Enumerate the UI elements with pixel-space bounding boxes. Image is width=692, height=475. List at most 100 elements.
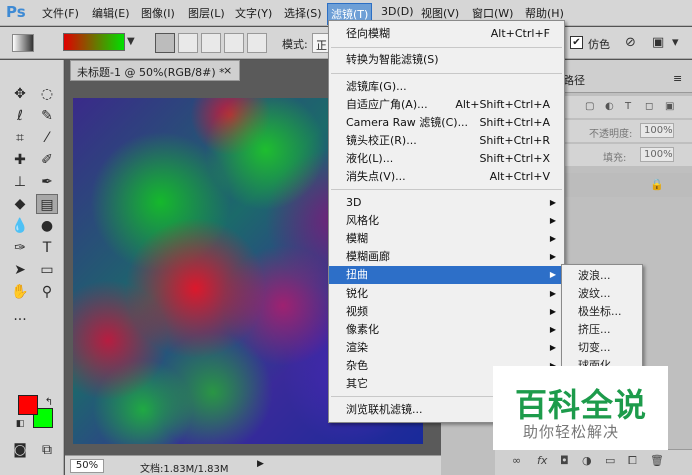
- menu-item-vanishing-point[interactable]: 消失点(V)... Alt+Ctrl+V: [329, 168, 564, 186]
- status-menu-arrow-icon[interactable]: ▶: [257, 459, 264, 469]
- submenu-item-polar-coordinates[interactable]: 极坐标...: [562, 303, 642, 321]
- tool-preset-picker[interactable]: [12, 34, 34, 52]
- tab-paths[interactable]: 路径: [563, 72, 585, 88]
- history-brush-tool-icon[interactable]: ✒: [36, 172, 58, 192]
- menu-item-lens-correction[interactable]: 镜头校正(R)... Shift+Ctrl+R: [329, 132, 564, 150]
- submenu-item-shear[interactable]: 切变...: [562, 339, 642, 357]
- transparency-icon[interactable]: ⊘: [625, 35, 636, 50]
- menu-item-adaptive-wide-angle[interactable]: 自适应广角(A)... Alt+Shift+Ctrl+A: [329, 96, 564, 114]
- menu-item-blur[interactable]: 模糊 ▶: [329, 230, 564, 248]
- menu-item-blur-gallery[interactable]: 模糊画廊 ▶: [329, 248, 564, 266]
- menu-edit[interactable]: 编辑(E): [92, 5, 130, 21]
- swap-colors-icon[interactable]: ↰: [38, 393, 60, 413]
- close-icon[interactable]: ×: [223, 64, 232, 77]
- filter-smart-icon[interactable]: ▣: [665, 101, 674, 112]
- menu-item-pixelate[interactable]: 像素化 ▶: [329, 321, 564, 339]
- linear-gradient-button[interactable]: [155, 33, 175, 53]
- eyedropper-tool-icon[interactable]: ⁄: [36, 128, 58, 148]
- menu-image[interactable]: 图像(I): [141, 5, 175, 21]
- add-mask-icon[interactable]: ◘: [560, 454, 569, 467]
- menu-item-filter-gallery[interactable]: 滤镜库(G)...: [329, 78, 564, 96]
- dodge-tool-icon[interactable]: ●: [36, 216, 58, 236]
- document-size: 文档:1.83M/1.83M: [140, 464, 229, 475]
- delete-layer-icon[interactable]: 🗑: [650, 454, 664, 467]
- default-colors-icon[interactable]: ◧: [9, 414, 31, 434]
- menu-layer[interactable]: 图层(L): [188, 5, 225, 21]
- watermark-subtitle: 助你轻松解决: [523, 423, 620, 441]
- zoom-field[interactable]: 50%: [70, 459, 104, 473]
- angle-gradient-button[interactable]: [201, 33, 221, 53]
- fx-icon[interactable]: fx: [537, 454, 547, 467]
- screen-mode-icon[interactable]: ⧉: [36, 440, 58, 460]
- filter-dropdown-menu: 径向模糊 Alt+Ctrl+F 转换为智能滤镜(S) 滤镜库(G)... 自适应广…: [328, 20, 565, 423]
- marquee-tool-icon[interactable]: ◌: [36, 84, 58, 104]
- menu-item-liquify[interactable]: 液化(L)... Shift+Ctrl+X: [329, 150, 564, 168]
- menu-item-radial-blur[interactable]: 径向模糊 Alt+Ctrl+F: [329, 25, 564, 43]
- eraser-tool-icon[interactable]: ◆: [9, 194, 31, 214]
- submenu-item-pinch[interactable]: 挤压...: [562, 321, 642, 339]
- filter-type-icon[interactable]: T: [625, 101, 631, 112]
- menu-item-camera-raw[interactable]: Camera Raw 滤镜(C)... Shift+Ctrl+A: [329, 114, 564, 132]
- dither-checkbox[interactable]: ✔: [570, 36, 583, 49]
- menu-help[interactable]: 帮助(H): [525, 5, 564, 21]
- type-tool-icon[interactable]: T: [36, 238, 58, 258]
- menu-type[interactable]: 文字(Y): [235, 5, 272, 21]
- radial-gradient-button[interactable]: [178, 33, 198, 53]
- menu-item-video[interactable]: 视频 ▶: [329, 303, 564, 321]
- fill-input[interactable]: 100%: [640, 147, 674, 162]
- menu-view[interactable]: 视图(V): [421, 5, 459, 21]
- quick-mask-icon[interactable]: ◙: [9, 440, 31, 460]
- document-tab[interactable]: 未标题-1 @ 50%(RGB/8#) * ×: [70, 60, 240, 81]
- gradient-picker[interactable]: [63, 33, 125, 51]
- filter-shape-icon[interactable]: ◻: [645, 101, 653, 112]
- link-layers-icon[interactable]: ∞: [512, 454, 521, 467]
- dither-label: 仿色: [588, 38, 610, 51]
- quick-select-tool-icon[interactable]: ✎: [36, 106, 58, 126]
- submenu-arrow-icon: ▶: [549, 325, 556, 334]
- diamond-gradient-button[interactable]: [247, 33, 267, 53]
- menu-select[interactable]: 选择(S): [284, 5, 322, 21]
- submenu-arrow-icon: ▶: [549, 234, 556, 243]
- menu-item-convert-smart-filter[interactable]: 转换为智能滤镜(S): [329, 51, 564, 69]
- filter-adjust-icon[interactable]: ◐: [605, 101, 614, 112]
- reflected-gradient-button[interactable]: [224, 33, 244, 53]
- submenu-item-wave[interactable]: 波浪...: [562, 267, 642, 285]
- brush-tool-icon[interactable]: ✐: [36, 150, 58, 170]
- healing-brush-tool-icon[interactable]: ✚: [9, 150, 31, 170]
- pen-tool-icon[interactable]: ✑: [9, 238, 31, 258]
- opacity-input[interactable]: 100%: [640, 123, 674, 138]
- submenu-arrow-icon: ▶: [549, 198, 556, 207]
- panel-menu-icon[interactable]: ≡: [673, 72, 682, 85]
- crop-tool-icon[interactable]: ⌗: [9, 128, 31, 148]
- hand-tool-icon[interactable]: ✋: [9, 282, 31, 302]
- workspace-icon[interactable]: ▣: [652, 35, 664, 50]
- gradient-tool-icon[interactable]: ▤: [36, 194, 58, 214]
- submenu-arrow-icon: ▶: [549, 216, 556, 225]
- path-select-tool-icon[interactable]: ➤: [9, 260, 31, 280]
- clone-stamp-tool-icon[interactable]: ⊥: [9, 172, 31, 192]
- zoom-tool-icon[interactable]: ⚲: [36, 282, 58, 302]
- menu-item-3d[interactable]: 3D ▶: [329, 194, 564, 212]
- menu-item-stylize[interactable]: 风格化 ▶: [329, 212, 564, 230]
- watermark-title: 百科全说: [515, 386, 648, 424]
- more-tools-icon[interactable]: ···: [9, 310, 31, 330]
- new-layer-icon[interactable]: ⧠: [628, 454, 637, 468]
- workspace-menu-icon[interactable]: ▾: [672, 35, 679, 50]
- adjustment-layer-icon[interactable]: ◑: [582, 454, 592, 467]
- chevron-down-icon[interactable]: ▼: [127, 36, 135, 47]
- menu-file[interactable]: 文件(F): [42, 5, 79, 21]
- foreground-color-swatch[interactable]: [18, 395, 38, 415]
- rectangle-tool-icon[interactable]: ▭: [36, 260, 58, 280]
- blur-tool-icon[interactable]: 💧: [9, 216, 31, 236]
- submenu-item-ripple[interactable]: 波纹...: [562, 285, 642, 303]
- new-group-icon[interactable]: ▭: [605, 454, 615, 467]
- menu-item-render[interactable]: 渲染 ▶: [329, 339, 564, 357]
- layer-row-background[interactable]: [563, 173, 692, 197]
- menu-3d[interactable]: 3D(D): [381, 5, 414, 18]
- menu-window[interactable]: 窗口(W): [472, 5, 513, 21]
- menu-item-distort[interactable]: 扭曲 ▶: [329, 266, 564, 284]
- filter-pixel-icon[interactable]: ▢: [585, 101, 594, 112]
- menu-item-sharpen[interactable]: 锐化 ▶: [329, 285, 564, 303]
- lasso-tool-icon[interactable]: ℓ: [9, 106, 31, 126]
- move-tool-icon[interactable]: ✥: [9, 84, 31, 104]
